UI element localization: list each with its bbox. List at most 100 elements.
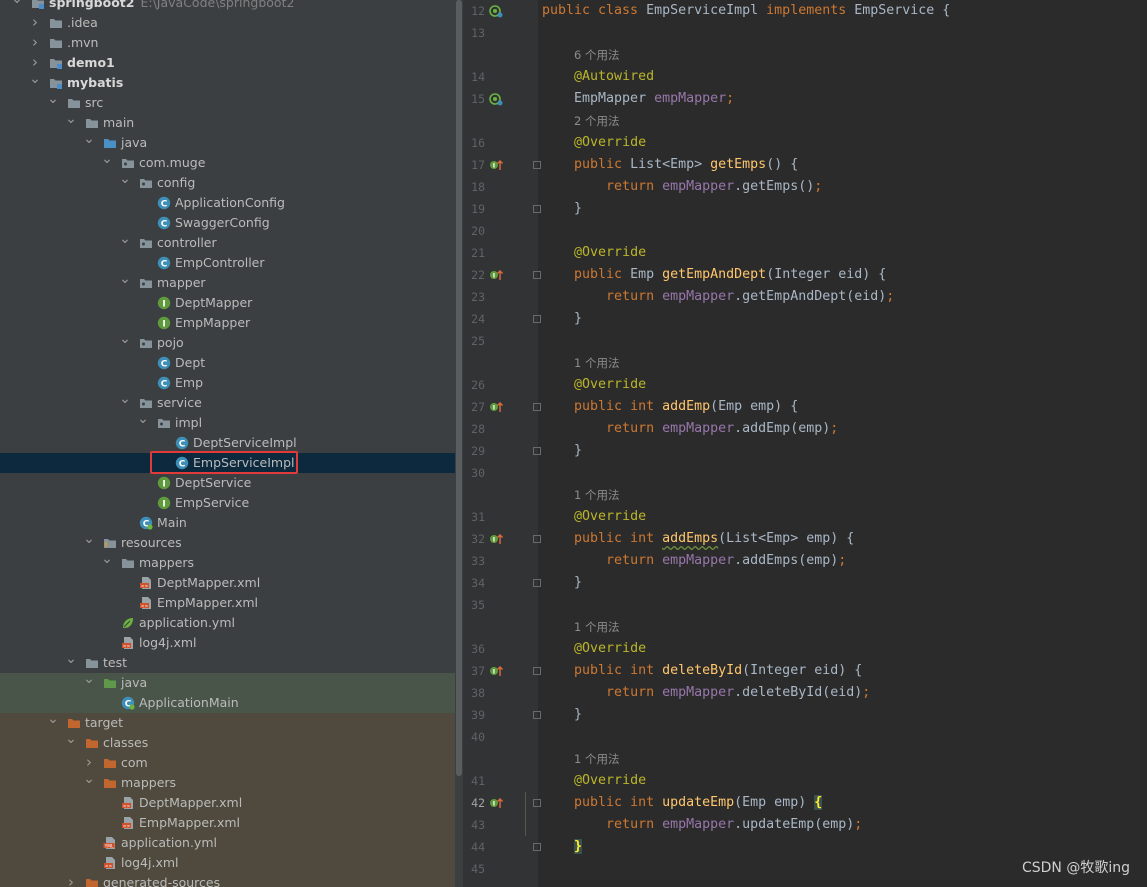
tree-item[interactable]: <> log4j.xml	[0, 633, 455, 653]
chevron-down-icon[interactable]: ⌄	[65, 732, 77, 746]
override-icon[interactable]: I	[489, 664, 503, 678]
chevron-down-icon[interactable]: ⌄	[29, 72, 41, 86]
tree-item[interactable]: I EmpMapper	[0, 313, 455, 333]
usage-hint[interactable]: 2 个用法	[574, 110, 619, 132]
code-line[interactable]: @Override	[542, 242, 646, 264]
code-line[interactable]: public List<Emp> getEmps() {	[542, 154, 798, 176]
chevron-down-icon[interactable]: ⌄	[47, 92, 59, 106]
fold-marker-icon[interactable]	[533, 843, 541, 851]
tree-item[interactable]: ⌄ src	[0, 92, 455, 113]
chevron-down-icon[interactable]: ⌄	[101, 152, 113, 166]
code-line[interactable]: }	[542, 440, 582, 462]
chevron-down-icon[interactable]: ⌄	[83, 132, 95, 146]
chevron-down-icon[interactable]: ⌄	[83, 672, 95, 686]
code-line[interactable]: }	[542, 704, 582, 726]
code-line[interactable]: return empMapper.updateEmp(emp);	[542, 814, 862, 836]
override-icon[interactable]: I	[489, 268, 503, 282]
override-icon[interactable]: I	[489, 532, 503, 546]
tree-item[interactable]: C DeptServiceImpl	[0, 433, 455, 453]
code-line[interactable]: public class EmpServiceImpl implements E…	[542, 0, 950, 22]
override-icon[interactable]: I	[489, 158, 503, 172]
chevron-right-icon[interactable]: ›	[65, 873, 77, 887]
tree-item[interactable]: ⌄ target	[0, 712, 455, 733]
tree-item[interactable]: <> DeptMapper.xml	[0, 793, 455, 813]
code-line[interactable]: @Override	[542, 374, 646, 396]
tree-item[interactable]: <> EmpMapper.xml	[0, 813, 455, 833]
code-line[interactable]: }	[542, 836, 583, 858]
code-line[interactable]: @Override	[542, 638, 646, 660]
usage-hint[interactable]: 1 个用法	[574, 748, 619, 770]
chevron-right-icon[interactable]: ›	[29, 53, 41, 72]
chevron-down-icon[interactable]: ⌄	[119, 272, 131, 286]
chevron-down-icon[interactable]: ⌄	[119, 172, 131, 186]
fold-marker-icon[interactable]	[533, 205, 541, 213]
tree-item[interactable]: I DeptService	[0, 473, 455, 493]
code-line[interactable]: }	[542, 308, 582, 330]
tree-item[interactable]: <> log4j.xml	[0, 853, 455, 873]
chevron-down-icon[interactable]: ⌄	[83, 772, 95, 786]
tree-item[interactable]: C ApplicationMain	[0, 693, 455, 713]
tree-item[interactable]: <> DeptMapper.xml	[0, 573, 455, 593]
tree-item[interactable]: ⌄ controller	[0, 232, 455, 253]
project-tree-panel[interactable]: ⌄ springboot2E:\JavaCode\springboot2 › .ide…	[0, 0, 455, 887]
tree-item[interactable]: ⌄ mappers	[0, 552, 455, 573]
tree-item[interactable]: ⌄ mybatis	[0, 72, 455, 93]
tree-item[interactable]: ⌄ springboot2E:\JavaCode\springboot2	[0, 0, 455, 13]
chevron-down-icon[interactable]: ⌄	[83, 532, 95, 546]
code-line[interactable]: return empMapper.deleteById(eid);	[542, 682, 870, 704]
code-line[interactable]: }	[542, 572, 582, 594]
tree-item[interactable]: application.yml	[0, 613, 455, 633]
tree-item[interactable]: ⌄ classes	[0, 732, 455, 753]
tree-item[interactable]: ⌄ service	[0, 392, 455, 413]
tree-item[interactable]: C Main	[0, 513, 455, 533]
tree-item[interactable]: ⌄ mappers	[0, 772, 455, 793]
chevron-right-icon[interactable]: ›	[83, 753, 95, 772]
tree-item[interactable]: › .idea	[0, 13, 455, 33]
tree-item[interactable]: ⌄ test	[0, 652, 455, 673]
tree-item[interactable]: C ApplicationConfig	[0, 193, 455, 213]
bean-icon[interactable]	[489, 92, 503, 106]
tree-item[interactable]: C EmpController	[0, 253, 455, 273]
fold-marker-icon[interactable]	[533, 271, 541, 279]
tree-item[interactable]: › com	[0, 753, 455, 773]
code-line[interactable]: return empMapper.getEmpAndDept(eid);	[542, 286, 894, 308]
tree-item[interactable]: › demo1	[0, 53, 455, 73]
tree-item[interactable]: ⌄ mapper	[0, 272, 455, 293]
code-line[interactable]: return empMapper.addEmp(emp);	[542, 418, 838, 440]
code-line[interactable]: return empMapper.getEmps();	[542, 176, 822, 198]
tree-item[interactable]: I DeptMapper	[0, 293, 455, 313]
tree-item[interactable]: <> EmpMapper.xml	[0, 593, 455, 613]
tree-scrollbar-thumb[interactable]	[456, 0, 462, 776]
fold-marker-icon[interactable]	[533, 579, 541, 587]
chevron-down-icon[interactable]: ⌄	[11, 0, 23, 6]
fold-marker-icon[interactable]	[533, 799, 541, 807]
fold-marker-icon[interactable]	[533, 403, 541, 411]
chevron-down-icon[interactable]: ⌄	[137, 412, 149, 426]
usage-hint[interactable]: 6 个用法	[574, 44, 619, 66]
fold-marker-icon[interactable]	[533, 447, 541, 455]
code-line[interactable]: public int addEmps(List<Emp> emp) {	[542, 528, 854, 550]
chevron-down-icon[interactable]: ⌄	[119, 332, 131, 346]
code-line[interactable]: return empMapper.addEmps(emp);	[542, 550, 846, 572]
fold-marker-icon[interactable]	[533, 711, 541, 719]
tree-item[interactable]: I EmpService	[0, 493, 455, 513]
fold-marker-icon[interactable]	[533, 535, 541, 543]
chevron-right-icon[interactable]: ›	[29, 33, 41, 52]
bean-icon[interactable]	[489, 4, 503, 18]
usage-hint[interactable]: 1 个用法	[574, 352, 619, 374]
tree-item[interactable]: › generated-sources	[0, 873, 455, 887]
tree-item[interactable]: ⌄ com.muge	[0, 152, 455, 173]
tree-item[interactable]: ⌄ config	[0, 172, 455, 193]
chevron-down-icon[interactable]: ⌄	[65, 112, 77, 126]
tree-item[interactable]: ⌄ java	[0, 132, 455, 153]
code-line[interactable]: @Autowired	[542, 66, 654, 88]
chevron-down-icon[interactable]: ⌄	[119, 392, 131, 406]
code-line[interactable]: public Emp getEmpAndDept(Integer eid) {	[542, 264, 886, 286]
tree-item[interactable]: C SwaggerConfig	[0, 213, 455, 233]
code-line[interactable]: }	[542, 198, 582, 220]
fold-marker-icon[interactable]	[533, 315, 541, 323]
tree-item[interactable]: ⌄ resources	[0, 532, 455, 553]
fold-marker-icon[interactable]	[533, 161, 541, 169]
chevron-down-icon[interactable]: ⌄	[65, 652, 77, 666]
code-line[interactable]: public int addEmp(Emp emp) {	[542, 396, 798, 418]
